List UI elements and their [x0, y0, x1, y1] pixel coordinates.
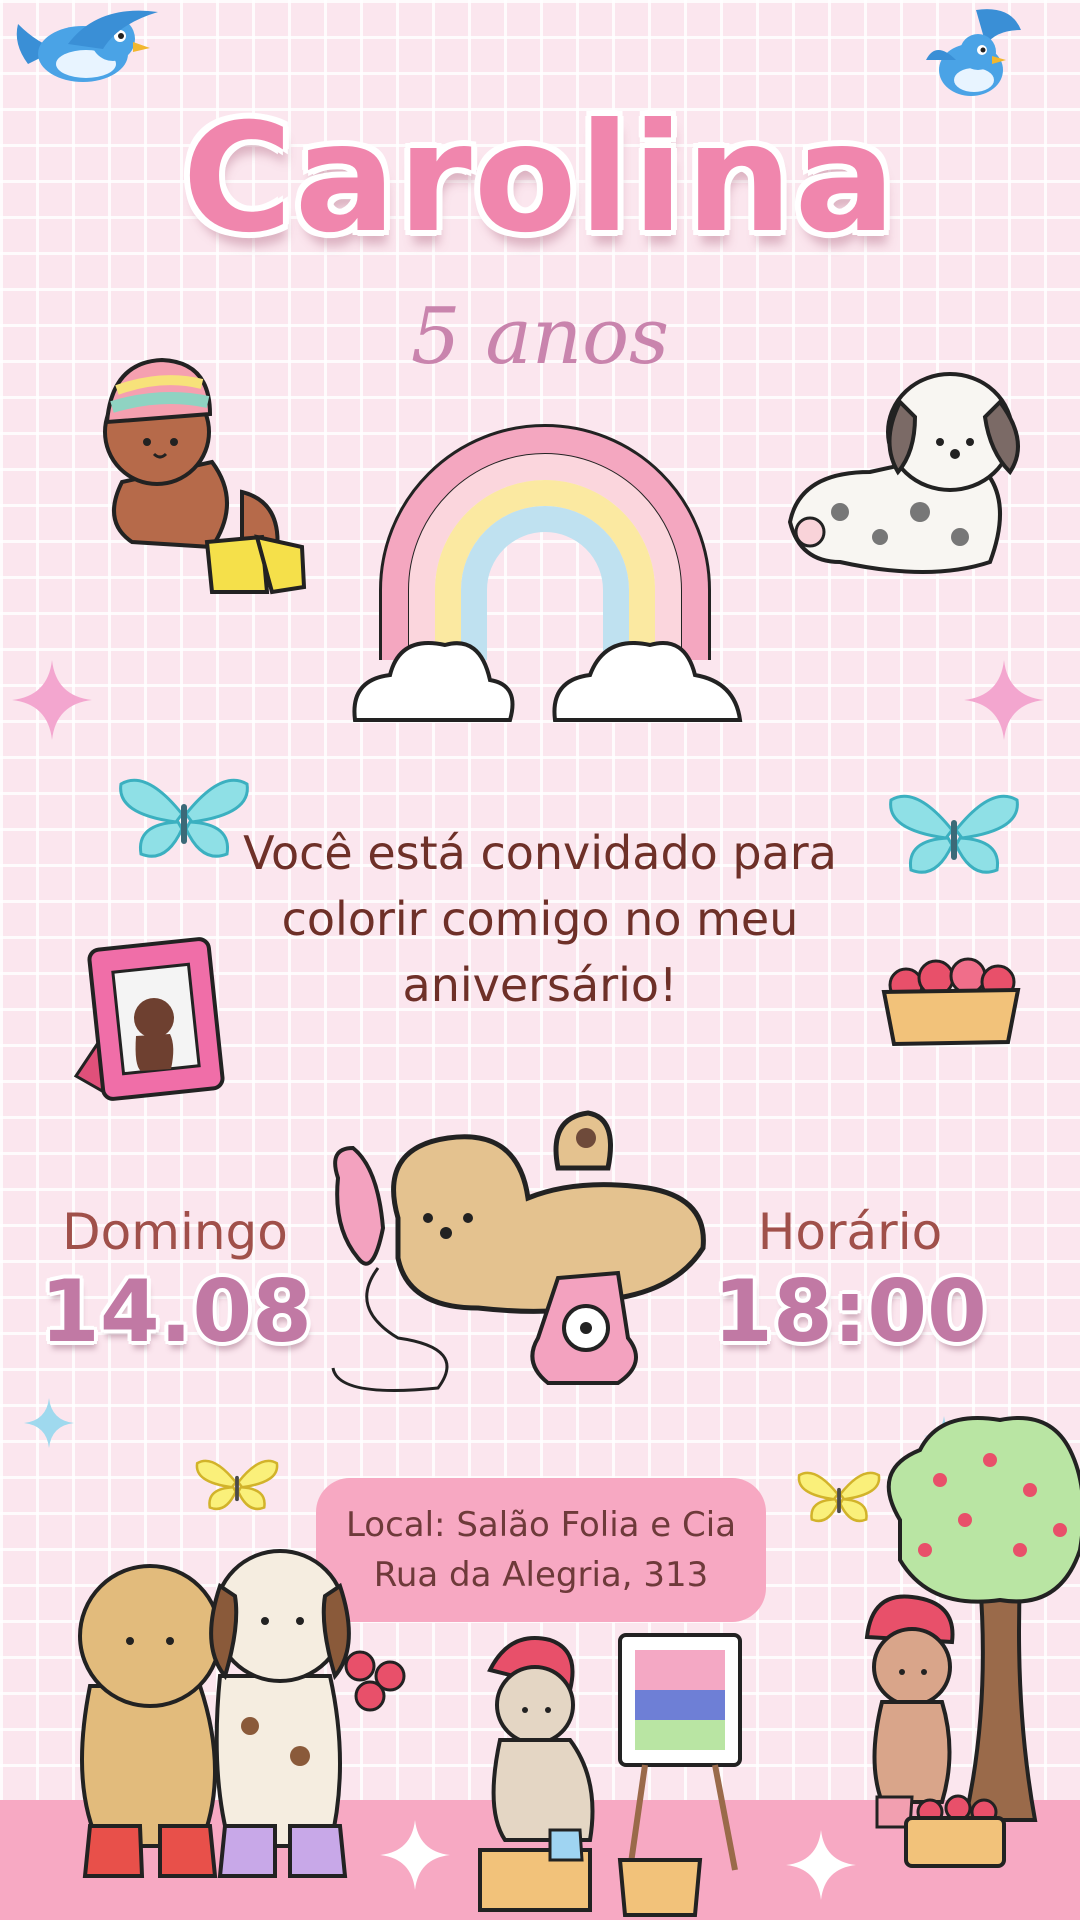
- strawberry-basket-illustration: [881, 957, 1021, 1047]
- rainbow-illustration: [352, 424, 743, 722]
- puppy-on-phone-illustration: [331, 1110, 706, 1392]
- invite-title: Carolina: [182, 92, 898, 266]
- bluebird-icon-left: [16, 10, 158, 82]
- message-line-1: Você está convidado para: [243, 826, 837, 880]
- party-time: 18:00: [713, 1262, 987, 1362]
- message-line-3: aniversário!: [402, 958, 678, 1012]
- sparkle-icon-blue-left: [24, 1398, 74, 1448]
- sparkle-icon-bottom-right: [786, 1830, 856, 1900]
- sparkle-icon-bottom-left: [380, 1820, 450, 1890]
- painting-bunny-illustration: [478, 1633, 742, 1917]
- time-label: Horário: [757, 1203, 943, 1261]
- sparkle-icon-left: [12, 660, 92, 740]
- photo-frame-illustration: [73, 937, 225, 1101]
- spotted-puppy-illustration: [787, 372, 1020, 574]
- teddy-bear-illustration: [103, 357, 307, 595]
- invitation-message: Você está convidado para colorir comigo …: [220, 820, 860, 1018]
- sparkle-icon-right: [964, 660, 1044, 740]
- butterfly-icon-blue-right: [889, 794, 1019, 874]
- day-label: Domingo: [62, 1203, 288, 1261]
- party-date: 14.08: [40, 1262, 313, 1362]
- message-line-2: colorir comigo no meu: [281, 892, 799, 946]
- strawberry-picnic-basket: [904, 1794, 1006, 1868]
- butterfly-icon-yellow-left: [195, 1459, 279, 1511]
